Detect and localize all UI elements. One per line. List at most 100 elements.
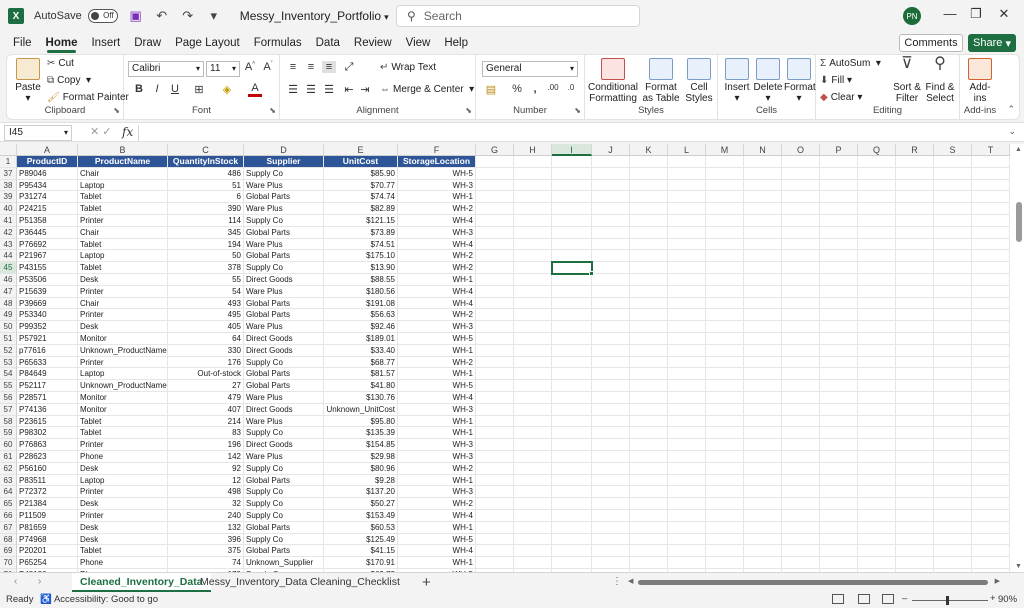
empty-cell[interactable] [476, 179, 514, 192]
empty-cell[interactable] [706, 427, 744, 440]
empty-cell[interactable] [706, 167, 744, 180]
table-cell[interactable]: WH-1 [398, 427, 476, 440]
empty-cell[interactable] [934, 250, 972, 263]
table-cell[interactable]: P28623 [17, 451, 78, 463]
empty-cell[interactable] [858, 403, 896, 416]
empty-cell[interactable] [706, 285, 744, 298]
align-bottom-icon[interactable]: ≡ [322, 61, 336, 73]
table-cell[interactable]: P81659 [17, 521, 78, 534]
empty-cell[interactable] [744, 203, 782, 215]
table-cell[interactable]: WH-5 [398, 380, 476, 392]
table-cell[interactable]: $88.55 [324, 274, 398, 286]
underline-icon[interactable]: U [168, 83, 182, 95]
align-left-icon[interactable]: ☰ [286, 83, 300, 96]
table-cell[interactable]: P72372 [17, 486, 78, 499]
empty-cell[interactable] [668, 274, 706, 286]
name-box[interactable]: I45 ▾ [4, 125, 72, 141]
table-cell[interactable]: Printer [78, 356, 168, 369]
font-color-icon[interactable]: A [248, 83, 262, 97]
table-cell[interactable]: $33.40 [324, 344, 398, 357]
empty-cell[interactable] [934, 427, 972, 440]
empty-cell[interactable] [514, 191, 552, 204]
empty-cell[interactable] [706, 498, 744, 510]
empty-cell[interactable] [706, 545, 744, 558]
empty-cell[interactable] [552, 356, 592, 369]
empty-cell[interactable] [514, 285, 552, 298]
empty-cell[interactable] [592, 344, 630, 357]
empty-cell[interactable] [630, 380, 668, 392]
empty-cell[interactable] [896, 226, 934, 239]
empty-cell[interactable] [552, 462, 592, 475]
empty-cell[interactable] [896, 510, 934, 522]
table-cell[interactable]: WH-2 [398, 356, 476, 369]
share-button[interactable]: Share ▾ [968, 34, 1016, 52]
empty-cell[interactable] [668, 392, 706, 404]
empty-cell[interactable] [858, 215, 896, 227]
table-cell[interactable]: $60.53 [324, 521, 398, 534]
table-cell[interactable]: Direct Goods [244, 274, 324, 286]
table-cell[interactable]: $74.74 [324, 191, 398, 204]
empty-cell[interactable] [476, 191, 514, 204]
empty-cell[interactable] [706, 238, 744, 251]
table-cell[interactable]: P74968 [17, 533, 78, 546]
empty-cell[interactable] [514, 380, 552, 392]
sheet-tab-messy-inventory-data[interactable]: Messy_Inventory_Data [192, 573, 315, 592]
empty-cell[interactable] [972, 451, 1010, 463]
tab-formulas[interactable]: Formulas [247, 32, 309, 54]
column-header-e[interactable]: E [324, 144, 398, 156]
empty-cell[interactable] [934, 451, 972, 463]
table-cell[interactable]: WH-4 [398, 297, 476, 310]
empty-cell[interactable] [934, 557, 972, 569]
row-header[interactable]: 57 [0, 403, 17, 416]
table-cell[interactable]: WH-1 [398, 521, 476, 534]
cut-button[interactable]: ✂ Cut [47, 58, 74, 69]
empty-cell[interactable] [706, 415, 744, 428]
font-launcher-icon[interactable]: ⬊ [269, 106, 276, 115]
table-cell[interactable]: 132 [168, 521, 244, 534]
empty-cell[interactable] [858, 368, 896, 381]
empty-cell[interactable] [858, 380, 896, 392]
empty-cell[interactable] [514, 415, 552, 428]
empty-cell[interactable] [514, 262, 552, 274]
empty-cell[interactable] [782, 392, 820, 404]
zoom-in-icon[interactable]: + [990, 593, 996, 604]
empty-cell[interactable] [896, 191, 934, 204]
column-header-t[interactable]: T [972, 144, 1010, 156]
empty-cell[interactable] [896, 238, 934, 251]
empty-cell[interactable] [476, 238, 514, 251]
empty-cell[interactable] [896, 415, 934, 428]
empty-cell[interactable] [706, 521, 744, 534]
format-as-table-button[interactable]: Format as Table [641, 58, 681, 104]
empty-cell[interactable] [476, 309, 514, 322]
empty-cell[interactable] [668, 167, 706, 180]
table-header-cell[interactable]: ProductName [78, 156, 168, 168]
empty-cell[interactable] [896, 285, 934, 298]
table-cell[interactable]: P53506 [17, 274, 78, 286]
empty-cell[interactable] [476, 380, 514, 392]
empty-cell[interactable] [820, 285, 858, 298]
empty-cell[interactable] [858, 344, 896, 357]
empty-cell[interactable] [706, 533, 744, 546]
empty-cell[interactable] [820, 238, 858, 251]
more-options-icon[interactable]: ⋮ [612, 576, 622, 587]
table-cell[interactable]: Desk [78, 521, 168, 534]
empty-cell[interactable] [668, 191, 706, 204]
table-cell[interactable]: 196 [168, 439, 244, 451]
table-cell[interactable]: Phone [78, 557, 168, 569]
table-cell[interactable]: WH-3 [398, 439, 476, 451]
vertical-scrollbar[interactable]: ▲ ▼ [1014, 144, 1024, 572]
empty-cell[interactable] [744, 380, 782, 392]
table-cell[interactable]: 405 [168, 321, 244, 333]
empty-cell[interactable] [896, 203, 934, 215]
table-cell[interactable]: $29.98 [324, 451, 398, 463]
table-cell[interactable]: 51 [168, 179, 244, 192]
table-cell[interactable]: $82.89 [324, 203, 398, 215]
table-cell[interactable]: $74.51 [324, 238, 398, 251]
empty-cell[interactable] [934, 238, 972, 251]
row-header[interactable]: 59 [0, 427, 17, 440]
table-header-cell[interactable]: StorageLocation [398, 156, 476, 168]
table-cell[interactable]: $81.57 [324, 368, 398, 381]
table-cell[interactable]: WH-3 [398, 321, 476, 333]
empty-cell[interactable] [858, 521, 896, 534]
empty-cell[interactable] [820, 191, 858, 204]
